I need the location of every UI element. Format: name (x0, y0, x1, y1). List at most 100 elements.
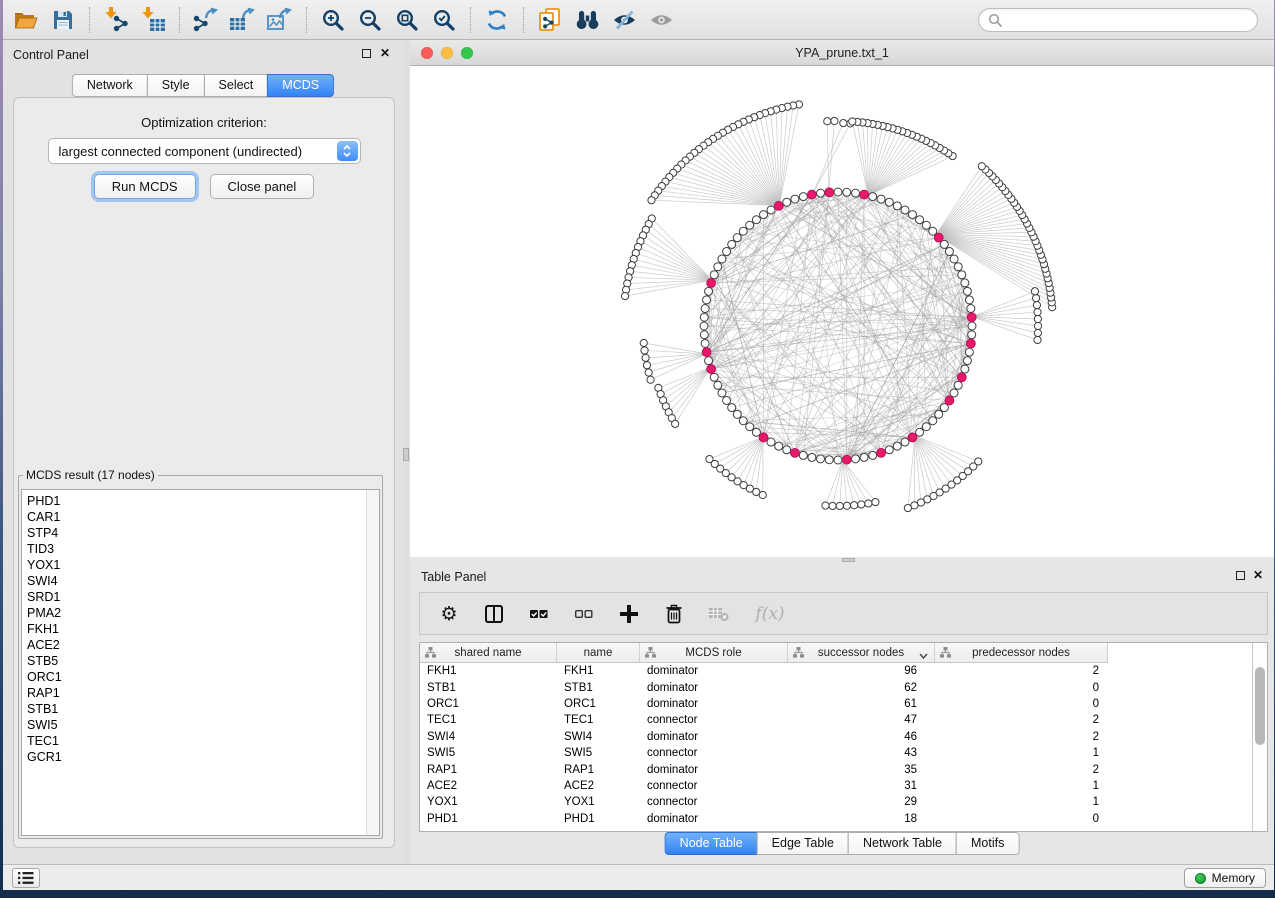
network-node[interactable] (799, 451, 807, 459)
network-dominator-node[interactable] (957, 373, 966, 382)
table-row[interactable]: PHD1PHD1dominator180 (420, 811, 1252, 827)
network-leaf-node[interactable] (1031, 288, 1038, 295)
zoom-fit-button[interactable] (392, 5, 422, 35)
network-node[interactable] (877, 195, 885, 203)
network-node[interactable] (746, 423, 754, 431)
table-tab-edge-table[interactable]: Edge Table (757, 832, 849, 855)
network-dominator-node[interactable] (791, 448, 800, 457)
network-node[interactable] (705, 287, 713, 295)
network-node[interactable] (760, 211, 768, 219)
network-leaf-node[interactable] (672, 420, 679, 427)
select-all-button[interactable] (528, 603, 550, 625)
mcds-result-item[interactable]: TEC1 (22, 733, 379, 749)
network-node[interactable] (916, 428, 924, 436)
network-node[interactable] (825, 456, 833, 464)
network-leaf-node[interactable] (642, 354, 649, 361)
mcds-result-item[interactable]: FKH1 (22, 621, 379, 637)
network-node[interactable] (901, 206, 909, 214)
table-row[interactable]: ORC1ORC1dominator610 (420, 696, 1252, 712)
network-leaf-node[interactable] (641, 347, 648, 354)
network-node[interactable] (885, 198, 893, 206)
network-node[interactable] (728, 404, 736, 412)
network-dominator-node[interactable] (759, 433, 768, 442)
network-node[interactable] (718, 389, 726, 397)
network-leaf-node[interactable] (643, 362, 650, 369)
network-node[interactable] (739, 417, 747, 425)
import-network-button[interactable] (101, 5, 131, 35)
network-node[interactable] (950, 389, 958, 397)
network-leaf-node[interactable] (1033, 301, 1040, 308)
network-graph[interactable] (410, 66, 1274, 557)
network-leaf-node[interactable] (648, 197, 655, 204)
scrollbar-thumb[interactable] (1255, 667, 1265, 745)
network-node[interactable] (851, 189, 859, 197)
refresh-view-button[interactable] (482, 5, 512, 35)
network-leaf-node[interactable] (978, 163, 985, 170)
network-node[interactable] (775, 442, 783, 450)
network-leaf-node[interactable] (822, 502, 829, 509)
delete-rows-button[interactable] (663, 603, 685, 625)
network-node[interactable] (968, 322, 976, 330)
network-node[interactable] (869, 193, 877, 201)
network-node[interactable] (916, 216, 924, 224)
tab-mcds[interactable]: MCDS (267, 74, 334, 97)
network-node[interactable] (893, 442, 901, 450)
network-node[interactable] (843, 188, 851, 196)
network-node[interactable] (791, 195, 799, 203)
network-node[interactable] (958, 271, 966, 279)
column-header-shared-name[interactable]: shared name (420, 643, 557, 663)
network-node[interactable] (961, 365, 969, 373)
zoom-in-button[interactable] (318, 5, 348, 35)
mcds-result-item[interactable]: GCR1 (22, 749, 379, 765)
network-node[interactable] (746, 221, 754, 229)
network-node[interactable] (950, 255, 958, 263)
network-leaf-node[interactable] (829, 502, 836, 509)
network-dominator-node[interactable] (908, 433, 917, 442)
network-node[interactable] (703, 296, 711, 304)
network-node[interactable] (752, 216, 760, 224)
splitter-grip[interactable] (403, 448, 409, 461)
network-node[interactable] (733, 410, 741, 418)
mcds-result-item[interactable]: STP4 (22, 525, 379, 541)
network-leaf-node[interactable] (759, 491, 766, 498)
network-node[interactable] (965, 296, 973, 304)
clone-network-button[interactable] (535, 5, 565, 35)
network-node[interactable] (961, 279, 969, 287)
table-scrollbar[interactable] (1252, 643, 1267, 831)
network-node[interactable] (851, 455, 859, 463)
table-tab-node-table[interactable]: Node Table (665, 832, 758, 855)
network-node[interactable] (783, 198, 791, 206)
network-dominator-node[interactable] (702, 348, 711, 357)
network-node[interactable] (767, 438, 775, 446)
network-node[interactable] (700, 313, 708, 321)
network-dominator-node[interactable] (707, 365, 716, 374)
memory-button[interactable]: Memory (1184, 868, 1266, 888)
network-node[interactable] (817, 189, 825, 197)
mcds-result-item[interactable]: YOX1 (22, 557, 379, 573)
search-input[interactable] (1007, 13, 1248, 27)
table-tab-network-table[interactable]: Network Table (848, 832, 957, 855)
network-leaf-node[interactable] (865, 500, 872, 507)
mcds-result-item[interactable]: SWI5 (22, 717, 379, 733)
mcds-result-item[interactable]: TID3 (22, 541, 379, 557)
network-node[interactable] (834, 188, 842, 196)
close-panel-icon[interactable]: ✕ (380, 46, 390, 60)
network-leaf-node[interactable] (1034, 308, 1041, 315)
column-header-predecessor-nodes[interactable]: predecessor nodes (935, 643, 1108, 663)
float-table-panel-icon[interactable] (1236, 571, 1245, 580)
network-node[interactable] (714, 381, 722, 389)
optimization-criterion-select[interactable]: largest connected component (undirected) (48, 138, 361, 164)
mcds-result-item[interactable]: STB1 (22, 701, 379, 717)
network-leaf-node[interactable] (621, 292, 628, 299)
network-dominator-node[interactable] (860, 190, 869, 199)
mcds-result-item[interactable]: ORC1 (22, 669, 379, 685)
network-node[interactable] (935, 410, 943, 418)
network-node[interactable] (718, 255, 726, 263)
tab-select[interactable]: Select (204, 74, 269, 97)
table-row[interactable]: SWI4SWI4dominator462 (420, 729, 1252, 745)
float-panel-icon[interactable] (362, 49, 371, 58)
table-row[interactable]: FKH1FKH1dominator962 (420, 663, 1252, 679)
network-node[interactable] (945, 248, 953, 256)
network-node[interactable] (705, 357, 713, 365)
network-node[interactable] (767, 206, 775, 214)
